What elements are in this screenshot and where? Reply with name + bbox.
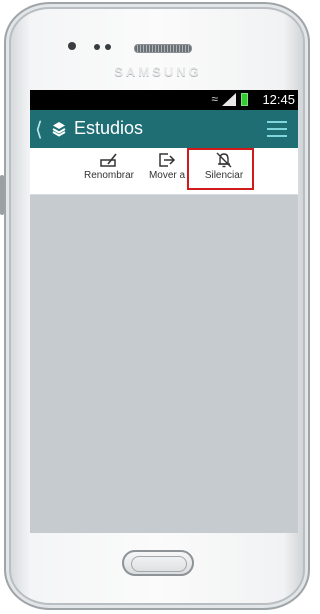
rename-button[interactable]: Renombrar [82,152,136,181]
front-camera-dot [68,42,76,50]
rename-icon [100,153,117,167]
signal-icon [222,93,236,106]
sensor-dot-1 [94,44,100,50]
move-to-icon [159,153,176,167]
sensor-dot-2 [105,44,111,50]
status-bar: ≈ 12:45 [30,90,298,110]
chevron-left-icon[interactable]: ⟨ [35,117,43,142]
move-to-button[interactable]: Mover a [147,152,187,181]
brand-logo: SAMSUNG [114,64,202,79]
battery-icon [241,93,248,106]
home-button[interactable] [122,550,194,576]
earpiece-speaker [134,44,192,53]
hamburger-menu-icon[interactable] [267,121,287,137]
app-bar: ⟨ Estudios [30,110,298,148]
screen: ≈ 12:45 ⟨ Estudios Renombrar Mover a Sil… [30,90,298,533]
rename-label: Renombrar [83,170,135,181]
action-toolbar: Renombrar Mover a Silenciar [30,148,298,195]
layers-icon [52,122,66,137]
move-to-label: Mover a [148,170,186,181]
status-time: 12:45 [262,92,295,107]
page-title: Estudios [74,118,144,138]
wifi-icon: ≈ [211,92,218,106]
volume-button [0,175,4,215]
highlight-box [187,148,254,190]
